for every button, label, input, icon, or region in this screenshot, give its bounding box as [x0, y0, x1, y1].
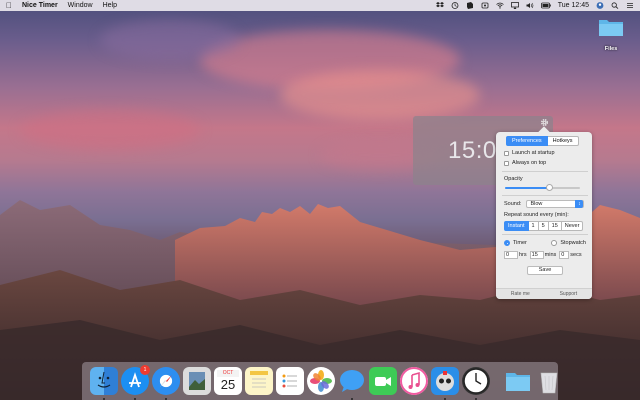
menu-bar:  Nice Timer Window Help Tue 12:45 — [0, 0, 640, 11]
volume-icon[interactable] — [526, 2, 534, 9]
calendar-month: OCT — [222, 370, 234, 376]
battery-icon[interactable] — [540, 2, 551, 9]
always-on-top-row[interactable]: Always on top — [504, 158, 586, 168]
dock: 1 OCT 25 — [82, 362, 558, 400]
dock-reminders[interactable] — [276, 367, 304, 395]
mode-timer-radio[interactable] — [504, 240, 510, 246]
app-store-badge: 1 — [140, 365, 150, 375]
menu-clock[interactable]: Tue 12:45 — [558, 2, 589, 9]
photos-icon — [310, 370, 332, 392]
music-note-icon — [400, 367, 428, 395]
mode-stopwatch-label: Stopwatch — [560, 240, 586, 246]
folder-label: Files — [604, 46, 618, 52]
dock-notes[interactable] — [245, 367, 273, 395]
support-link[interactable]: Support — [560, 291, 578, 297]
always-on-top-label: Always on top — [512, 160, 547, 166]
launch-at-startup-label: Launch at startup — [512, 150, 555, 156]
dock-facetime[interactable] — [369, 367, 397, 395]
divider — [502, 195, 588, 196]
always-on-top-checkbox[interactable] — [504, 160, 509, 166]
sound-select[interactable]: Blow ↕ — [526, 200, 585, 208]
hours-label: hrs — [519, 252, 527, 258]
user-avatar-icon[interactable] — [596, 2, 604, 9]
notification-center-icon[interactable] — [626, 2, 634, 9]
mode-timer-option[interactable]: Timer — [504, 240, 527, 246]
repeat-option-15[interactable]: 15 — [548, 221, 562, 231]
mode-stopwatch-radio[interactable] — [551, 240, 558, 246]
menu-help[interactable]: Help — [103, 2, 117, 9]
sound-select-value: Blow — [530, 201, 543, 207]
repeat-option-never[interactable]: Never — [561, 221, 584, 231]
opacity-slider[interactable] — [504, 184, 586, 192]
notification-icon[interactable] — [481, 2, 489, 9]
dock-downloads-folder[interactable] — [504, 367, 532, 395]
tab-hotkeys[interactable]: Hotkeys — [547, 136, 579, 146]
facetime-camera-icon — [375, 377, 391, 386]
dock-calendar[interactable]: OCT 25 — [214, 367, 242, 395]
calendar-day: 25 — [220, 377, 236, 392]
tab-preferences[interactable]: Preferences — [506, 136, 548, 146]
dropbox-icon[interactable] — [435, 2, 444, 9]
menu-extras: Tue 12:45 — [435, 2, 634, 9]
mode-timer-label: Timer — [513, 240, 527, 246]
clock-icon — [463, 368, 489, 394]
dock-trash[interactable] — [535, 367, 563, 395]
save-button[interactable]: Save — [527, 266, 563, 275]
messages-bubble-icon — [340, 370, 364, 392]
divider — [502, 171, 588, 172]
repeat-option-1[interactable]: 1 — [528, 221, 539, 231]
desktop-folder-files[interactable]: Files — [596, 17, 626, 52]
dock-app-store[interactable]: 1 — [121, 365, 150, 400]
repeat-segmented-control: Instant 1 5 15 Never — [504, 221, 586, 231]
airplay-icon[interactable] — [510, 2, 519, 9]
dock-finder[interactable] — [90, 367, 118, 400]
divider — [502, 234, 588, 235]
opacity-label: Opacity — [504, 176, 523, 182]
seconds-input[interactable]: 0 — [559, 251, 570, 259]
reminders-icon — [282, 374, 297, 388]
dock-preview[interactable] — [183, 367, 211, 395]
seconds-label: secs — [570, 252, 582, 258]
preferences-tabs: Preferences Hotkeys — [506, 136, 579, 146]
menu-window[interactable]: Window — [68, 2, 93, 9]
trash-icon — [540, 372, 558, 394]
dock-photos[interactable] — [307, 367, 335, 395]
wifi-icon[interactable] — [495, 2, 504, 9]
menu-app-name[interactable]: Nice Timer — [22, 2, 58, 9]
hours-input[interactable]: 0 — [504, 251, 518, 259]
folder-icon — [599, 20, 623, 36]
gear-icon[interactable] — [540, 118, 549, 127]
dock-itunes[interactable] — [400, 367, 428, 395]
launch-at-startup-checkbox[interactable] — [504, 150, 509, 156]
dock-nice-timer[interactable] — [462, 367, 490, 400]
finder-icon — [97, 371, 111, 388]
launch-at-startup-row[interactable]: Launch at startup — [504, 148, 586, 158]
minutes-label: mins — [544, 252, 557, 258]
dock-messages[interactable] — [338, 367, 366, 400]
apple-menu-icon[interactable]:  — [6, 1, 12, 10]
repeat-option-instant[interactable]: Instant — [504, 221, 529, 231]
popover-footer: Rate me Support — [496, 288, 592, 299]
sound-label: Sound: — [504, 201, 522, 207]
tweetbot-icon — [436, 371, 454, 391]
chevron-updown-icon: ↕ — [575, 200, 584, 208]
safari-compass-icon — [160, 375, 172, 387]
minutes-input[interactable]: 15 — [529, 251, 544, 259]
opacity-slider-knob[interactable] — [546, 184, 554, 191]
rate-me-link[interactable]: Rate me — [511, 291, 530, 297]
timer-menu-icon[interactable] — [451, 2, 459, 9]
spotlight-icon[interactable] — [611, 2, 619, 9]
evernote-icon[interactable] — [466, 2, 474, 9]
dock-safari[interactable] — [152, 367, 180, 400]
folder-icon — [506, 373, 530, 391]
preferences-popover: Preferences Hotkeys Launch at startup Al… — [496, 132, 592, 299]
mode-stopwatch-option[interactable]: Stopwatch — [551, 240, 586, 246]
preview-photo-icon — [189, 372, 205, 390]
timer-display: 15:0 — [448, 137, 497, 164]
dock-tweetbot[interactable] — [431, 367, 459, 400]
repeat-option-5[interactable]: 5 — [538, 221, 549, 231]
notes-icon — [250, 371, 268, 388]
repeat-label: Repeat sound every (min): — [504, 212, 569, 218]
